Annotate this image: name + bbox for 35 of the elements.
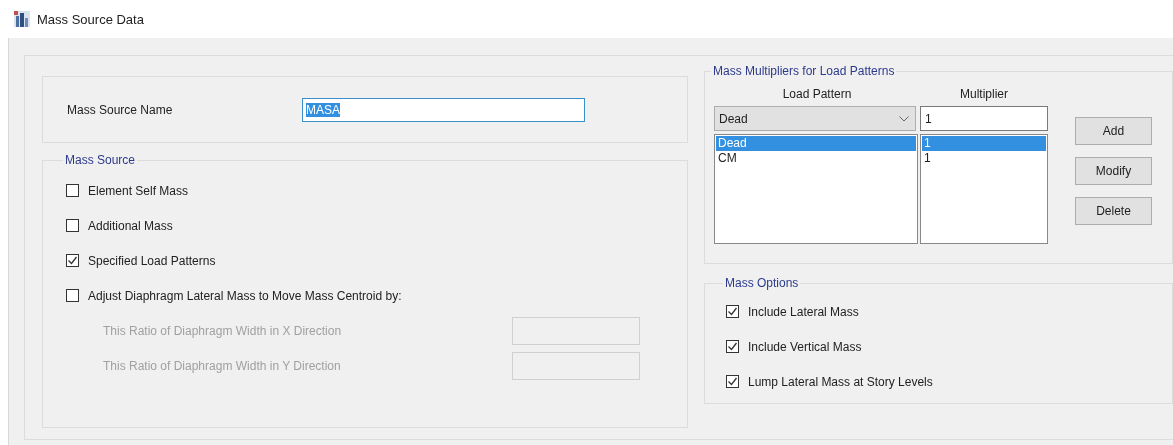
- checkbox-label: Adjust Diaphragm Lateral Mass to Move Mass Centroid by:: [88, 288, 402, 303]
- ratio-field[interactable]: [512, 316, 640, 345]
- group-title: Mass Source: [64, 153, 137, 167]
- dialog-button[interactable]: Add: [1075, 117, 1152, 145]
- list-item[interactable]: CM: [716, 151, 916, 166]
- checkbox[interactable]: [66, 254, 79, 267]
- group-title: Mass Options: [724, 276, 800, 290]
- dialog-button[interactable]: Delete: [1075, 197, 1152, 225]
- checkbox-label: Element Self Mass: [88, 183, 189, 198]
- checkbox[interactable]: [66, 219, 79, 232]
- checkbox-label: Include Lateral Mass: [748, 304, 859, 319]
- field-label: This Ratio of Diaphragm Width in X Direction: [103, 323, 343, 338]
- load-pattern-dropdown[interactable]: Dead: [714, 106, 916, 131]
- multiplier-field[interactable]: 1: [920, 106, 1048, 131]
- group-title: Mass Multipliers for Load Patterns: [712, 64, 896, 78]
- window-title: Mass Source Data: [37, 11, 144, 27]
- checkbox-label: Specified Load Patterns: [88, 253, 216, 268]
- chevron-down-icon: [899, 115, 909, 122]
- column-header: Multiplier: [959, 87, 1009, 101]
- ratio-field[interactable]: [512, 351, 640, 380]
- checkbox[interactable]: [66, 184, 79, 197]
- checkbox-label: Lump Lateral Mass at Story Levels: [748, 374, 933, 389]
- checkbox[interactable]: [726, 340, 739, 353]
- checkbox[interactable]: [726, 305, 739, 318]
- list-item[interactable]: 1: [922, 151, 1046, 166]
- app-icon: [14, 11, 30, 27]
- column-header: Load Pattern: [781, 87, 853, 101]
- field-label: This Ratio of Diaphragm Width in Y Direction: [103, 358, 342, 373]
- field-label: Mass Source Name: [67, 102, 174, 117]
- field-value: MASA: [306, 102, 340, 117]
- checkbox[interactable]: [726, 375, 739, 388]
- dialog-button[interactable]: Modify: [1075, 157, 1152, 185]
- checkbox-label: Include Vertical Mass: [748, 339, 862, 354]
- checkbox[interactable]: [66, 289, 79, 302]
- checkbox-label: Additional Mass: [88, 218, 173, 233]
